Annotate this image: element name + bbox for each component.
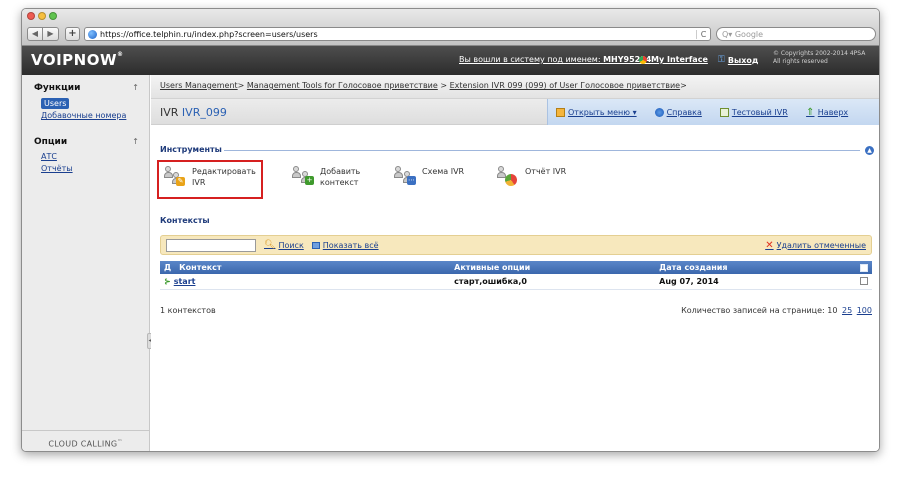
contexts-table: Д Контекст Активные опции Дата создания … [160,261,872,290]
column-header[interactable]: Контекст [175,261,451,274]
add-bookmark-button[interactable]: + [65,27,80,41]
row-checkbox-cell [856,274,872,290]
breadcrumb: Users Management> Management Tools for Г… [151,75,879,99]
reload-button[interactable]: C [696,29,710,39]
column-header[interactable]: Д [160,261,176,274]
add-context-icon: + [292,166,314,188]
my-interface-link[interactable]: My Interface [639,55,708,64]
breadcrumb-item[interactable]: Management Tools for Голосовое приветств… [247,81,438,90]
page-title-row: IVR IVR_099 Открыть меню ▾ Справка Тесто… [151,99,879,125]
page-title: IVR IVR_099 [160,106,227,119]
tools-panel: ✎ Редактировать IVR + Добавить контекст ⋯ [151,160,879,201]
context-cell: ⊱ start [160,274,451,290]
table-header-row: Д Контекст Активные опции Дата создания [160,261,872,274]
sidebar-section-header[interactable]: Функции ↑ [34,83,139,93]
sidebar-section-functions: Функции ↑ Users Добавочные номера [22,75,149,120]
collapse-arrow-icon[interactable]: ↑ [132,137,139,147]
edit-ivr-icon: ✎ [164,166,186,188]
add-context-tool[interactable]: + Добавить контекст [292,166,360,188]
edit-ivr-tool[interactable]: ✎ Редактировать IVR [157,160,263,199]
app-header: VOIPNOW® Вы вошли в систему под именем: … [22,46,879,75]
cloud-calling-footer: CLOUD CALLING™ [22,430,149,451]
show-all-link[interactable]: Показать всё [311,241,379,250]
go-up-link[interactable]: ⇑ Наверх [806,106,848,118]
test-icon [719,107,729,117]
browser-titlebar: ◀ ▶ + https://office.telphin.ru/index.ph… [22,9,879,46]
row-checkbox[interactable] [860,277,868,286]
ivr-scheme-tool[interactable]: ⋯ Схема IVR [394,166,464,188]
tool-label: Схема IVR [422,167,465,176]
close-window-button[interactable] [27,12,35,20]
open-menu-button[interactable]: Открыть меню ▾ [556,107,637,117]
select-all-checkbox[interactable] [860,263,868,272]
search-icon: 🔍︎ [264,240,276,250]
page-toolbar: Открыть меню ▾ Справка Тестовый IVR ⇑ Нав… [547,99,879,125]
divider [224,150,860,151]
forward-button[interactable]: ▶ [43,27,59,41]
interface-icon [639,55,647,64]
column-header[interactable]: Дата создания [655,261,856,274]
arrow-up-icon: ⇑ [806,106,815,118]
tools-heading: Инструменты [160,145,222,154]
filter-bar: 🔍︎ Поиск Показать всё ✕ Удалить отмеченные [160,235,872,255]
menu-icon [556,107,565,117]
back-button[interactable]: ◀ [27,27,43,41]
collapse-arrow-icon[interactable]: ↑ [132,83,139,93]
url-text: https://office.telphin.ru/index.php?scre… [100,29,318,39]
main-content: Users Management> Management Tools for Г… [151,75,879,451]
contexts-heading: Контексты [160,216,210,225]
sidebar-section-header[interactable]: Опции ↑ [34,137,139,147]
options-cell: старт,ошибка,0 [450,274,656,290]
context-icon: ⊱ [164,276,171,286]
history-buttons: ◀ ▶ [27,27,59,41]
records-count: 1 контекстов [160,306,216,315]
breadcrumb-item[interactable]: Extension IVR 099 (099) of User Голосово… [450,81,681,90]
tool-label: Редактировать IVR [192,167,256,187]
window-controls [27,12,57,20]
sidebar: Функции ↑ Users Добавочные номера Опции … [22,75,153,451]
sidebar-section-options: Опции ↑ АТС Отчёты [22,137,149,173]
search-link[interactable]: 🔍︎ Поиск [264,240,304,250]
ivr-scheme-icon: ⋯ [394,166,416,188]
sidebar-item-users[interactable]: Users [41,98,70,109]
breadcrumb-item[interactable]: Users Management [160,81,238,90]
test-ivr-link[interactable]: Тестовый IVR [719,107,788,117]
filter-input[interactable] [166,238,256,252]
ivr-report-icon [497,166,519,188]
globe-icon [88,29,97,39]
table-row: ⊱ start старт,ошибка,0 Aug 07, 2014 [160,274,872,290]
logged-in-user-link[interactable]: Вы вошли в систему под именем: MHY95234 [459,55,651,64]
search-field[interactable]: Q▾ Google [716,27,876,41]
sidebar-item-reports[interactable]: Отчёты [41,164,139,173]
key-icon: ⚿ [718,55,725,65]
delete-selected-link[interactable]: ✕ Удалить отмеченные [765,240,866,251]
copyright: © Copyrights 2002-2014 4PSA All rights r… [773,50,866,65]
help-icon [654,107,664,117]
tool-label: Отчёт IVR [525,167,567,176]
minimize-window-button[interactable] [38,12,46,20]
delete-icon: ✕ [765,239,774,251]
records-per-page: Количество записей на странице: 10 25 10… [681,306,872,315]
logout-link[interactable]: ⚿ Выход [718,55,758,65]
address-bar[interactable]: https://office.telphin.ru/index.php?scre… [84,27,711,41]
per-page-100-link[interactable]: 100 [857,306,872,315]
sidebar-item-extensions[interactable]: Добавочные номера [41,111,139,120]
voipnow-logo: VOIPNOW® [31,51,124,69]
context-link[interactable]: start [174,277,196,286]
date-cell: Aug 07, 2014 [655,274,856,290]
ivr-report-tool[interactable]: Отчёт IVR [497,166,566,188]
collapse-section-icon[interactable]: ▲ [865,146,874,155]
per-page-25-link[interactable]: 25 [842,306,852,315]
zoom-window-button[interactable] [49,12,57,20]
select-all-column [856,261,872,274]
list-icon [311,241,320,249]
help-link[interactable]: Справка [654,107,702,117]
tool-label: Добавить контекст [320,167,361,187]
column-header[interactable]: Активные опции [450,261,656,274]
browser-window: ◀ ▶ + https://office.telphin.ru/index.ph… [21,8,880,452]
sidebar-item-pbx[interactable]: АТС [41,152,139,161]
